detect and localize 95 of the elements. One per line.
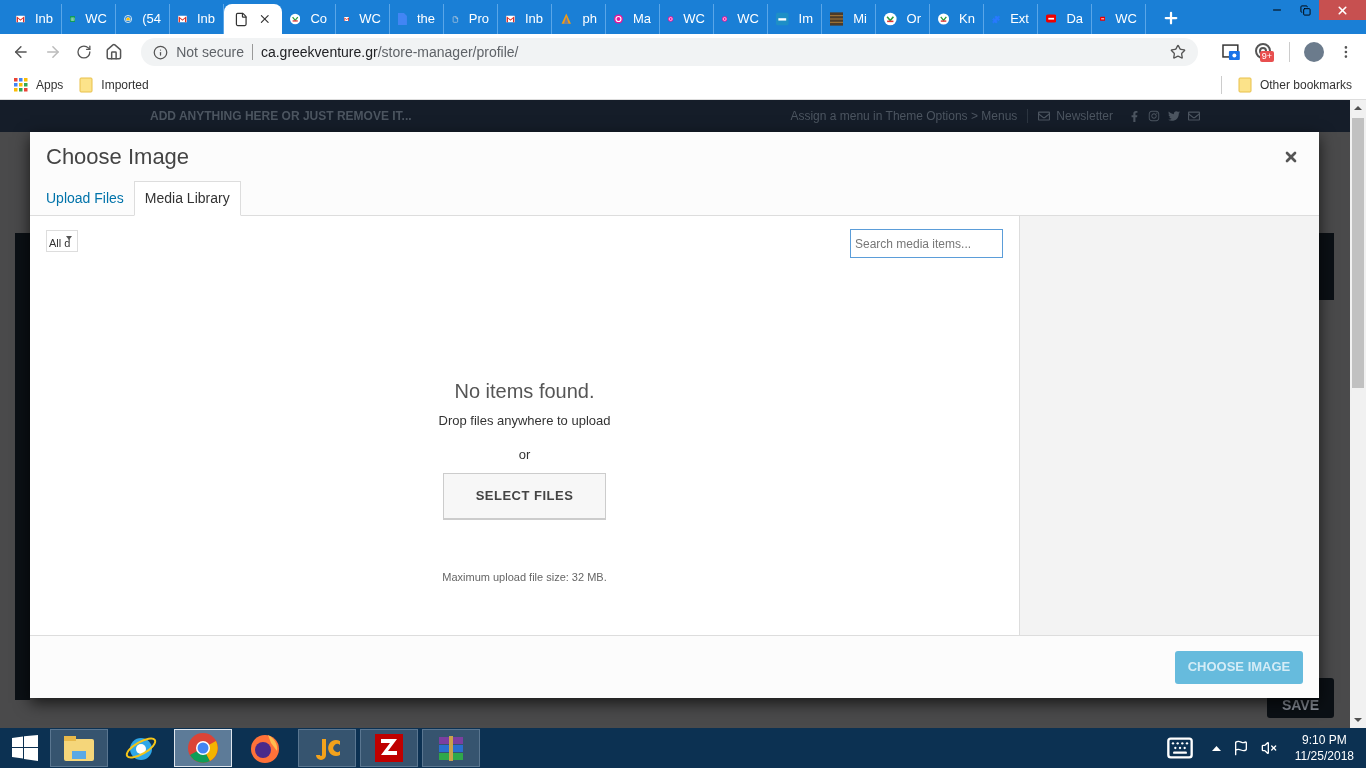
bookmark[interactable]: Other bookmarks (1237, 75, 1352, 94)
bookmark[interactable]: Apps (14, 75, 64, 94)
tab-title: the (416, 10, 435, 29)
browser-tab[interactable]: Im (768, 4, 822, 34)
browser-tab[interactable]: WC (1092, 4, 1146, 34)
favicon-icon (560, 11, 573, 27)
tab-title: Da (1066, 10, 1083, 29)
tab-title: Ext (1010, 10, 1029, 29)
browser-tab[interactable]: Ext (984, 4, 1038, 34)
close-window-button[interactable] (1319, 0, 1366, 20)
favicon-icon (884, 11, 897, 27)
newsletter-link[interactable]: Newsletter (1038, 107, 1113, 125)
taskbar-app[interactable] (360, 729, 418, 767)
screenshot-extension-icon[interactable] (1221, 44, 1240, 60)
promo-text: ADD ANYTHING HERE OR JUST REMOVE IT... (150, 108, 412, 125)
bookmark[interactable]: Imported (79, 75, 149, 94)
favicon-icon (938, 11, 950, 27)
tab-title: Kn (959, 10, 975, 29)
envelope-icon (1038, 110, 1051, 122)
filezilla-icon (372, 731, 406, 765)
tab-title: Pro (468, 10, 489, 29)
tab-title: Mi (853, 10, 867, 29)
browser-tab[interactable]: WC (336, 4, 390, 34)
tab-title: Ma (632, 10, 651, 29)
browser-tab[interactable]: Inb (8, 4, 62, 34)
empty-heading: No items found. (454, 379, 595, 404)
browser-tab[interactable]: WC (714, 4, 768, 34)
tab-title: ph (582, 10, 597, 29)
browser-tab[interactable]: Kn (930, 4, 984, 34)
browser-tab[interactable]: ph (552, 4, 606, 34)
tab-title: Inb (524, 10, 543, 29)
tab-title: Inb (34, 10, 53, 29)
dialog-title: Choose Image (46, 143, 190, 171)
browser-tab[interactable]: the (390, 4, 444, 34)
profile-avatar[interactable] (1304, 42, 1325, 62)
notification-badge: 9+ (1259, 51, 1274, 62)
tab-title: WC (85, 10, 107, 29)
browser-tab[interactable]: (54 (116, 4, 170, 34)
browser-tab[interactable]: Co (282, 4, 336, 34)
browser-icon (186, 731, 220, 765)
or-text: or (518, 445, 531, 464)
close-icon (1336, 3, 1349, 17)
folder-icon (1237, 76, 1252, 93)
new-tab-icon[interactable] (1162, 9, 1180, 27)
favicon-icon (290, 11, 301, 27)
tab-title: WC (737, 10, 759, 29)
browser-tab[interactable]: Mi (822, 4, 876, 34)
max-size-note: Maximum upload file size: 32 MB. (442, 570, 607, 585)
tab-title: WC (1115, 10, 1137, 29)
back-icon[interactable] (12, 43, 30, 61)
start-icon[interactable] (12, 735, 38, 761)
search-field[interactable]: Search media items... (850, 229, 1003, 258)
reload-icon[interactable] (75, 44, 92, 60)
browser-tab[interactable] (224, 4, 282, 34)
browser-tab[interactable]: Inb (498, 4, 552, 34)
tab-title: WC (359, 10, 381, 29)
tab-title: (54 (142, 10, 161, 29)
tab-title: Inb (196, 10, 215, 29)
flag-icon[interactable] (1232, 740, 1249, 756)
tab-title: Co (310, 10, 327, 29)
favicon-icon (16, 13, 25, 25)
caret-down-icon (66, 236, 72, 240)
browser-tab[interactable]: Pro (444, 4, 498, 34)
filter-select[interactable]: All d (46, 230, 78, 252)
tab-title: Im (798, 10, 813, 29)
clock[interactable]: 9:10 PM 11/25/2018 (1294, 732, 1354, 764)
page-icon (234, 11, 249, 27)
tab-title: Or (906, 10, 921, 29)
caret-up-icon[interactable] (1211, 745, 1221, 751)
muted-speaker-icon[interactable] (1260, 740, 1277, 756)
dialog-tab[interactable]: Media Library (133, 181, 241, 216)
favicon-icon (506, 13, 515, 25)
browser-tab[interactable]: WC (660, 4, 714, 34)
favicon-icon (776, 11, 789, 27)
browser-tab[interactable]: WC (62, 4, 116, 34)
upload-hint: Drop files anywhere to upload (438, 412, 611, 430)
folder-icon (79, 76, 94, 93)
dialog-tab[interactable]: Upload Files (46, 181, 134, 215)
favicon-icon (398, 11, 407, 27)
close-icon[interactable] (258, 12, 272, 26)
favicon-icon (178, 13, 187, 25)
taskbar-app[interactable] (50, 729, 108, 767)
favicon-icon (830, 11, 844, 27)
restore-icon (1299, 4, 1311, 16)
apps-grid-icon (14, 77, 28, 92)
browser-tab[interactable]: Or (876, 4, 930, 34)
extension-icon[interactable] (1253, 42, 1272, 60)
page-panel (1319, 233, 1334, 300)
select-files-button[interactable]: SELECT FILES (443, 473, 606, 519)
scrollbar[interactable] (1350, 100, 1366, 728)
address-bar[interactable]: Not secure ca.greekventure.gr/store-manager/profile/ (141, 38, 1198, 66)
home-icon[interactable] (105, 43, 124, 61)
browser-tab[interactable]: Da (1038, 4, 1092, 34)
tab-title: WC (683, 10, 705, 29)
browser-tab[interactable]: Ma (606, 4, 660, 34)
